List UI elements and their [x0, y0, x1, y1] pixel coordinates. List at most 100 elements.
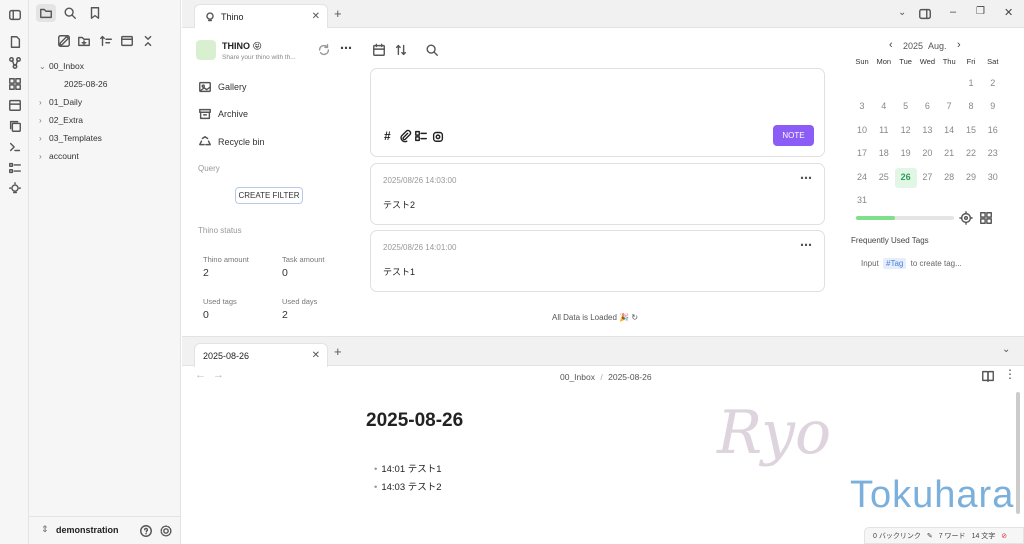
chevron-down-icon[interactable]: ⌄ [898, 7, 906, 18]
tree-folder-account[interactable]: › account [39, 149, 79, 163]
nav-recycle-bin[interactable]: Recycle bin [198, 135, 265, 149]
calendar-day[interactable]: 25 [873, 172, 895, 182]
hash-icon[interactable]: # [384, 129, 391, 143]
grid-icon[interactable] [979, 211, 993, 225]
tree-file-2025-08-26[interactable]: 2025-08-26 [64, 77, 107, 91]
new-tab-icon[interactable]: + [334, 344, 342, 359]
search-icon[interactable] [63, 6, 77, 20]
calendar-day[interactable]: 11 [873, 125, 895, 135]
calendar-day[interactable]: 30 [982, 172, 1004, 182]
note-submit-button[interactable]: NOTE [773, 125, 814, 146]
new-note-icon[interactable] [7, 34, 22, 49]
tab-thino[interactable]: Thino ✕ [194, 4, 328, 28]
close-icon[interactable]: ✕ [312, 11, 320, 22]
calendar-day[interactable]: 24 [851, 172, 873, 182]
more-options-icon[interactable]: ⋯ [800, 171, 812, 185]
calendar-day[interactable]: 13 [916, 125, 938, 135]
calendar-day[interactable]: 15 [960, 125, 982, 135]
calendar-day[interactable]: 27 [916, 172, 938, 182]
nav-gallery[interactable]: Gallery [198, 80, 247, 94]
terminal-icon[interactable] [7, 139, 22, 154]
sync-icon[interactable] [317, 43, 331, 57]
target-icon[interactable] [959, 211, 973, 225]
collapse-all-icon[interactable] [141, 34, 155, 48]
calendar-day[interactable]: 12 [895, 125, 917, 135]
calendar-icon[interactable] [7, 97, 22, 112]
calendar-day[interactable]: 10 [851, 125, 873, 135]
prev-month-icon[interactable]: ‹ [889, 39, 893, 51]
help-icon[interactable] [139, 524, 153, 538]
memo-card[interactable]: 2025/08/26 14:03:00 ⋯ テスト2 [370, 163, 825, 225]
expand-all-icon[interactable] [120, 34, 134, 48]
calendar-day[interactable]: 31 [851, 195, 873, 205]
pencil-icon[interactable]: ✎ [927, 532, 933, 540]
tree-folder-templates[interactable]: › 03_Templates [39, 131, 102, 145]
window-close-icon[interactable]: ✕ [1004, 6, 1013, 19]
create-filter-button[interactable]: CREATE FILTER [235, 187, 303, 204]
minimize-icon[interactable]: – [950, 6, 956, 18]
memo-editor[interactable]: # NOTE [370, 68, 825, 157]
attachment-icon[interactable] [398, 129, 412, 143]
search-icon[interactable] [425, 43, 439, 57]
new-note-icon[interactable] [57, 34, 71, 48]
thino-bulb-icon[interactable] [7, 181, 22, 196]
next-month-icon[interactable]: › [957, 39, 961, 51]
new-tab-icon[interactable]: + [334, 6, 342, 21]
calendar-day[interactable]: 1 [960, 78, 982, 88]
calendar-day[interactable]: 3 [851, 101, 873, 111]
calendar-day[interactable]: 9 [982, 101, 1004, 111]
sort-arrows-icon[interactable] [394, 43, 408, 57]
copy-icon[interactable] [7, 118, 22, 133]
sidebar-toggle-icon[interactable] [7, 7, 22, 22]
back-arrow-icon[interactable]: ← [195, 369, 206, 381]
tree-folder-extra[interactable]: › 02_Extra [39, 113, 83, 127]
backlinks-count[interactable]: 0 バックリンク [873, 531, 921, 541]
restore-icon[interactable]: ❐ [976, 6, 985, 17]
reading-view-icon[interactable] [981, 369, 995, 383]
sync-off-icon[interactable]: ⊘ [1001, 532, 1007, 540]
nav-archive[interactable]: Archive [198, 107, 248, 121]
calendar-day[interactable]: 19 [895, 148, 917, 158]
bookmark-icon[interactable] [88, 6, 102, 20]
calendar-day[interactable]: 16 [982, 125, 1004, 135]
calendar-day[interactable]: 6 [916, 101, 938, 111]
calendar-day[interactable]: 22 [960, 148, 982, 158]
calendar-day-today[interactable]: 26 [894, 167, 917, 188]
vault-name[interactable]: demonstration [56, 525, 119, 535]
forward-arrow-icon[interactable]: → [213, 369, 224, 381]
calendar-day[interactable]: 2 [982, 78, 1004, 88]
gear-icon[interactable] [159, 524, 173, 538]
tree-folder-daily[interactable]: › 01_Daily [39, 95, 82, 109]
calendar-day[interactable]: 20 [916, 148, 938, 158]
calendar-day[interactable]: 28 [938, 172, 960, 182]
calendar-day[interactable]: 14 [938, 125, 960, 135]
tree-folder-inbox[interactable]: ⌄ 00_Inbox [39, 59, 84, 73]
graph-view-icon[interactable] [7, 55, 22, 70]
calendar-day[interactable]: 23 [982, 148, 1004, 158]
canvas-icon[interactable] [7, 76, 22, 91]
calendar-day[interactable]: 7 [938, 101, 960, 111]
calendar-day[interactable]: 5 [895, 101, 917, 111]
close-icon[interactable]: ✕ [312, 350, 320, 361]
tab-note[interactable]: 2025-08-26 ✕ [194, 343, 328, 367]
memo-card[interactable]: 2025/08/26 14:01:00 ⋯ テスト1 [370, 230, 825, 292]
calendar-icon[interactable] [372, 43, 386, 57]
more-options-icon[interactable]: ⋯ [340, 41, 352, 55]
sidebar-right-toggle-icon[interactable] [918, 7, 932, 21]
new-folder-icon[interactable] [77, 34, 91, 48]
more-options-icon[interactable]: ⋯ [800, 238, 812, 252]
list-icon[interactable] [7, 160, 22, 175]
calendar-day[interactable]: 29 [960, 172, 982, 182]
calendar-day[interactable]: 4 [873, 101, 895, 111]
scrollbar[interactable] [1016, 392, 1020, 514]
chevron-updown-icon[interactable]: ⇕ [41, 524, 49, 535]
calendar-day[interactable]: 17 [851, 148, 873, 158]
more-options-icon[interactable]: ⋮ [1004, 367, 1016, 381]
calendar-day[interactable]: 18 [873, 148, 895, 158]
sort-icon[interactable] [99, 34, 113, 48]
folder-icon[interactable] [36, 4, 56, 22]
calendar-day[interactable]: 21 [938, 148, 960, 158]
checklist-icon[interactable] [414, 129, 428, 143]
chevron-down-icon[interactable]: ⌄ [1002, 344, 1010, 355]
calendar-day[interactable]: 8 [960, 101, 982, 111]
